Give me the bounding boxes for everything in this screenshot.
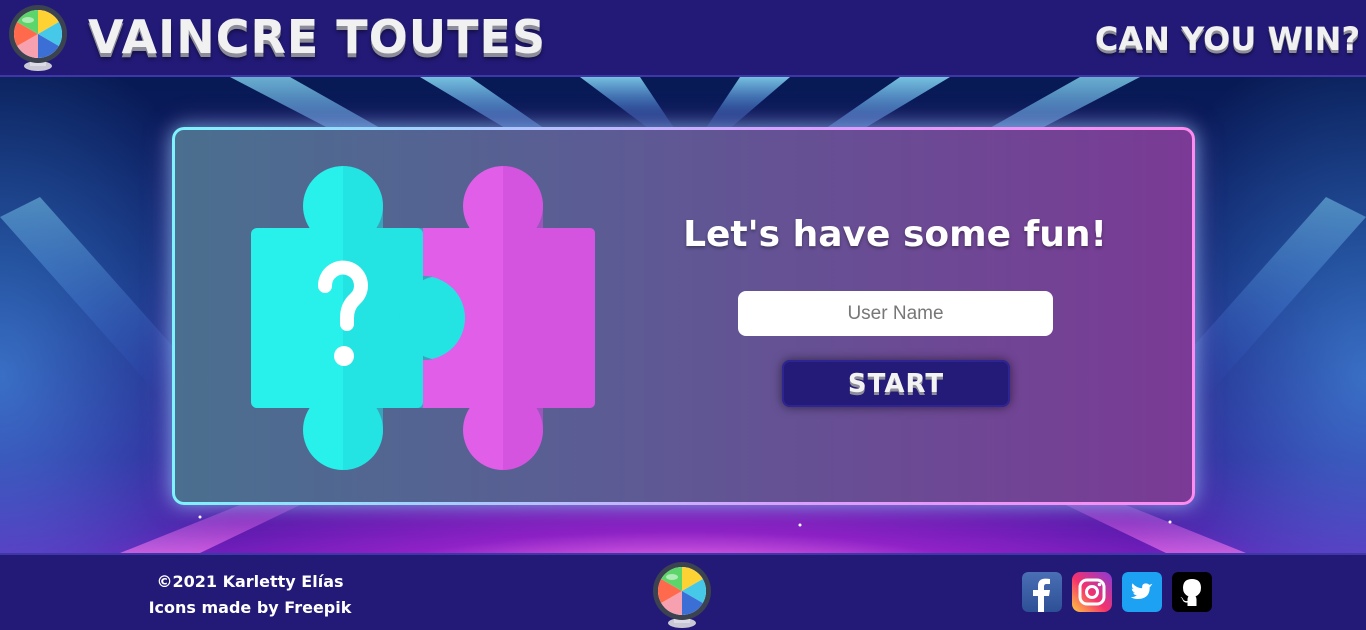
github-icon[interactable] [1172,572,1212,612]
credits: ©2021 Karletty Elías Icons made by Freep… [140,569,360,621]
app-title: VAINCRE TOUTES [88,10,547,64]
site-footer: ©2021 Karletty Elías Icons made by Freep… [0,553,1366,630]
instagram-icon[interactable] [1072,572,1112,612]
icons-credit-link[interactable]: Icons made by Freepik [140,595,360,621]
copyright-text: ©2021 Karletty Elías [156,572,344,591]
tagline: CAN YOU WIN? [1094,20,1360,58]
site-header: VAINCRE TOUTES CAN YOU WIN? [0,0,1366,77]
welcome-headline: Let's have some fun! [683,214,1107,255]
welcome-card: Let's have some fun! START [172,127,1195,505]
puzzle-question-icon [251,166,595,470]
color-wheel-globe-icon[interactable] [652,561,712,629]
start-button[interactable]: START [782,360,1010,407]
twitter-icon[interactable] [1122,572,1162,612]
color-wheel-globe-icon[interactable] [8,4,68,72]
facebook-icon[interactable] [1022,572,1062,612]
username-input[interactable] [738,291,1053,336]
